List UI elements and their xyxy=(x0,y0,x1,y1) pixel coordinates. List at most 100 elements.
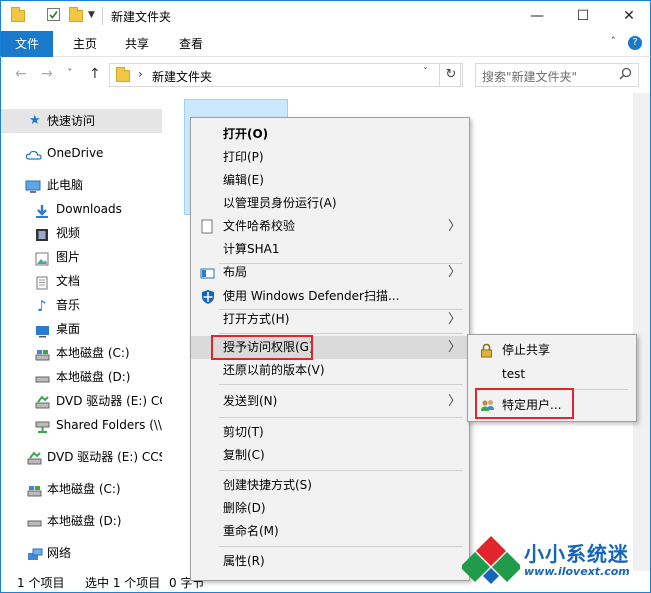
title-separator xyxy=(102,7,103,25)
nav-item-dvd-e[interactable]: DVD 驱动器 (E:) CC xyxy=(1,389,162,413)
menu-item-restore-versions[interactable]: 还原以前的版本(V) xyxy=(191,359,469,382)
nav-label: 桌面 xyxy=(56,322,81,336)
address-dropdown[interactable]: ˇ xyxy=(423,67,428,78)
menu-label: 发送到(N) xyxy=(223,394,278,408)
download-arrow-icon xyxy=(35,202,49,218)
menu-item-cut[interactable]: 剪切(T) xyxy=(191,421,469,444)
nav-item-disk-c[interactable]: 本地磁盘 (C:) xyxy=(1,341,162,365)
folder-icon xyxy=(11,7,25,22)
watermark: 小小系统迷 www.ilovext.com xyxy=(462,534,651,584)
forward-button[interactable]: → xyxy=(41,66,53,82)
nav-label: 本地磁盘 (D:) xyxy=(47,514,122,528)
menu-item-copy[interactable]: 复制(C) xyxy=(191,444,469,467)
watermark-logo-icon xyxy=(462,536,520,584)
nav-item-disk-c-root[interactable]: 本地磁盘 (C:) xyxy=(1,477,162,501)
menu-item-run-as-admin[interactable]: 以管理员身份运行(A) xyxy=(191,192,469,215)
menu-label: 打开方式(H) xyxy=(223,312,290,326)
nav-item-quick-access[interactable]: ★ 快速访问 xyxy=(1,109,162,133)
menu-item-defender[interactable]: 使用 Windows Defender扫描... xyxy=(191,285,469,308)
menu-label: 文件哈希校验 xyxy=(223,219,296,233)
help-icon[interactable]: ? xyxy=(628,36,642,50)
drive-icon xyxy=(27,514,42,528)
search-placeholder: 搜索"新建文件夹" xyxy=(482,70,578,84)
drive-icon xyxy=(35,346,50,361)
menu-item-edit[interactable]: 编辑(E) xyxy=(191,169,469,192)
close-button[interactable]: ✕ xyxy=(606,1,651,31)
menu-item-open[interactable]: 打开(O) xyxy=(191,123,469,146)
title-bar: ▼ 新建文件夹 — ☐ ✕ xyxy=(0,0,651,31)
nav-item-music[interactable]: ♪ 音乐 xyxy=(1,293,162,317)
nav-label: 本地磁盘 (C:) xyxy=(56,346,130,360)
menu-label: 停止共享 xyxy=(502,343,551,357)
tab-file[interactable]: 文件 xyxy=(1,31,53,57)
menu-separator xyxy=(219,384,463,385)
menu-item-rename[interactable]: 重命名(M) xyxy=(191,520,469,543)
nav-label: 此电脑 xyxy=(47,178,84,192)
menu-label: 使用 Windows Defender扫描... xyxy=(223,289,400,303)
context-menu: 打开(O) 打印(P) 编辑(E) 以管理员身份运行(A) 文件哈希校验 〉 计… xyxy=(190,117,470,581)
minimize-button[interactable]: — xyxy=(514,1,560,31)
up-button[interactable]: ↑ xyxy=(89,66,101,82)
navigation-pane: ★ 快速访问 OneDrive 此电脑 Downloads 视频 图片 文档 ♪… xyxy=(0,93,162,571)
nav-item-desktop[interactable]: 桌面 xyxy=(1,317,162,341)
tab-share[interactable]: 共享 xyxy=(115,31,159,57)
menu-item-layout[interactable]: 布局 〉 xyxy=(191,261,469,284)
menu-separator xyxy=(219,417,463,418)
nav-label: DVD 驱动器 (E:) CC xyxy=(56,394,162,408)
nav-label: Shared Folders (\\ xyxy=(56,418,162,432)
properties-check-icon[interactable] xyxy=(47,8,60,21)
recent-locations-button[interactable]: ˇ xyxy=(67,67,73,80)
nav-item-documents[interactable]: 文档 xyxy=(1,269,162,293)
menu-item-sha1[interactable]: 计算SHA1 xyxy=(191,238,469,261)
menu-label: 布局 xyxy=(223,265,248,279)
nav-label: Downloads xyxy=(56,202,122,216)
nav-item-disk-d-root[interactable]: 本地磁盘 (D:) xyxy=(1,509,162,533)
highlight-box xyxy=(211,335,313,360)
submenu-arrow-icon: 〉 xyxy=(447,219,461,234)
nav-item-downloads[interactable]: Downloads xyxy=(1,197,162,221)
computer-icon xyxy=(25,178,41,193)
nav-item-videos[interactable]: 视频 xyxy=(1,221,162,245)
nav-item-onedrive[interactable]: OneDrive xyxy=(1,141,162,165)
back-button[interactable]: ← xyxy=(15,66,27,82)
nav-item-network[interactable]: 网络 xyxy=(1,541,162,565)
breadcrumb-folder[interactable]: 新建文件夹 xyxy=(152,68,212,85)
scrollbar[interactable] xyxy=(633,93,650,571)
dvd-drive-icon xyxy=(35,394,50,409)
picture-icon xyxy=(35,250,49,266)
menu-item-print[interactable]: 打印(P) xyxy=(191,146,469,169)
music-note-icon: ♪ xyxy=(37,297,47,315)
nav-item-this-pc[interactable]: 此电脑 xyxy=(1,173,162,197)
nav-item-disk-d[interactable]: 本地磁盘 (D:) xyxy=(1,365,162,389)
maximize-button[interactable]: ☐ xyxy=(560,1,606,31)
window-title: 新建文件夹 xyxy=(111,10,172,24)
submenu-arrow-icon: 〉 xyxy=(447,312,461,327)
menu-item-properties[interactable]: 属性(R) xyxy=(191,550,469,573)
drive-icon xyxy=(35,370,50,384)
breadcrumb-separator: › xyxy=(138,67,143,81)
new-folder-icon[interactable] xyxy=(69,7,83,22)
tab-view[interactable]: 查看 xyxy=(169,31,213,57)
submenu-item-test[interactable]: test xyxy=(468,363,636,386)
nav-item-dvd-e-root[interactable]: DVD 驱动器 (E:) CCS xyxy=(1,445,162,469)
menu-label: 计算SHA1 xyxy=(223,242,280,256)
collapse-ribbon-icon[interactable]: ˆ xyxy=(611,35,617,48)
menu-item-create-shortcut[interactable]: 创建快捷方式(S) xyxy=(191,474,469,497)
address-bar[interactable]: › 新建文件夹 ˇ xyxy=(109,63,461,87)
customize-toolbar-icon[interactable]: ▼ xyxy=(88,10,102,24)
menu-item-open-with[interactable]: 打开方式(H) 〉 xyxy=(191,308,469,331)
search-input[interactable]: 搜索"新建文件夹" xyxy=(475,63,639,87)
nav-item-pictures[interactable]: 图片 xyxy=(1,245,162,269)
submenu-item-stop-sharing[interactable]: 停止共享 xyxy=(468,339,636,362)
menu-item-send-to[interactable]: 发送到(N) 〉 xyxy=(191,390,469,413)
menu-item-file-hash[interactable]: 文件哈希校验 〉 xyxy=(191,215,469,238)
menu-label: 以管理员身份运行(A) xyxy=(223,196,337,210)
nav-item-shared-folders[interactable]: Shared Folders (\\ xyxy=(1,413,162,437)
refresh-button[interactable]: ↻ xyxy=(439,63,463,87)
shield-icon xyxy=(200,289,215,304)
menu-label: 复制(C) xyxy=(223,448,265,462)
menu-label: 打开(O) xyxy=(223,127,269,141)
tab-home[interactable]: 主页 xyxy=(63,31,107,57)
desktop-icon xyxy=(35,322,49,338)
menu-item-delete[interactable]: 删除(D) xyxy=(191,497,469,520)
